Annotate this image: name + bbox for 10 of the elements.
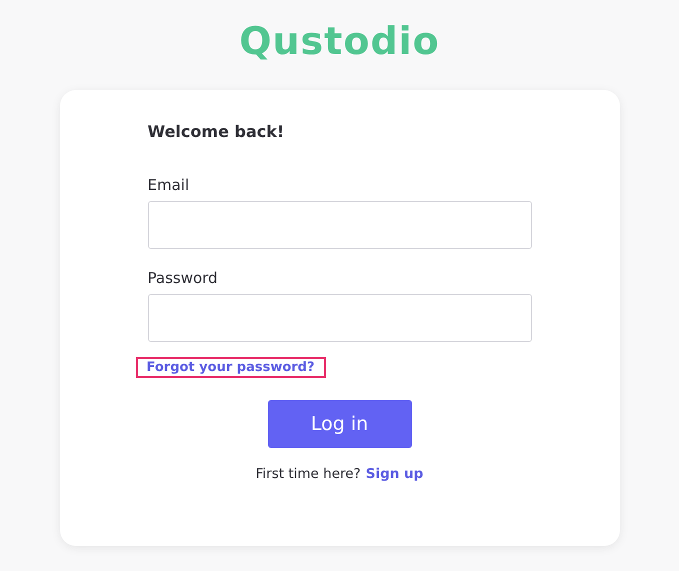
input-field[interactable]: [148, 294, 532, 342]
signup-link[interactable]: Sign up: [366, 466, 424, 482]
logo: Qustodio: [239, 18, 440, 65]
field-label: Password: [148, 269, 219, 287]
forgot-password-link[interactable]: Forgot your password?: [136, 357, 326, 378]
login-button[interactable]: Log in: [268, 400, 412, 448]
input-field[interactable]: [148, 201, 532, 249]
signup-prompt: First time here?: [256, 466, 361, 482]
field-label: Email: [148, 176, 190, 194]
heading: Welcome back!: [148, 122, 286, 141]
